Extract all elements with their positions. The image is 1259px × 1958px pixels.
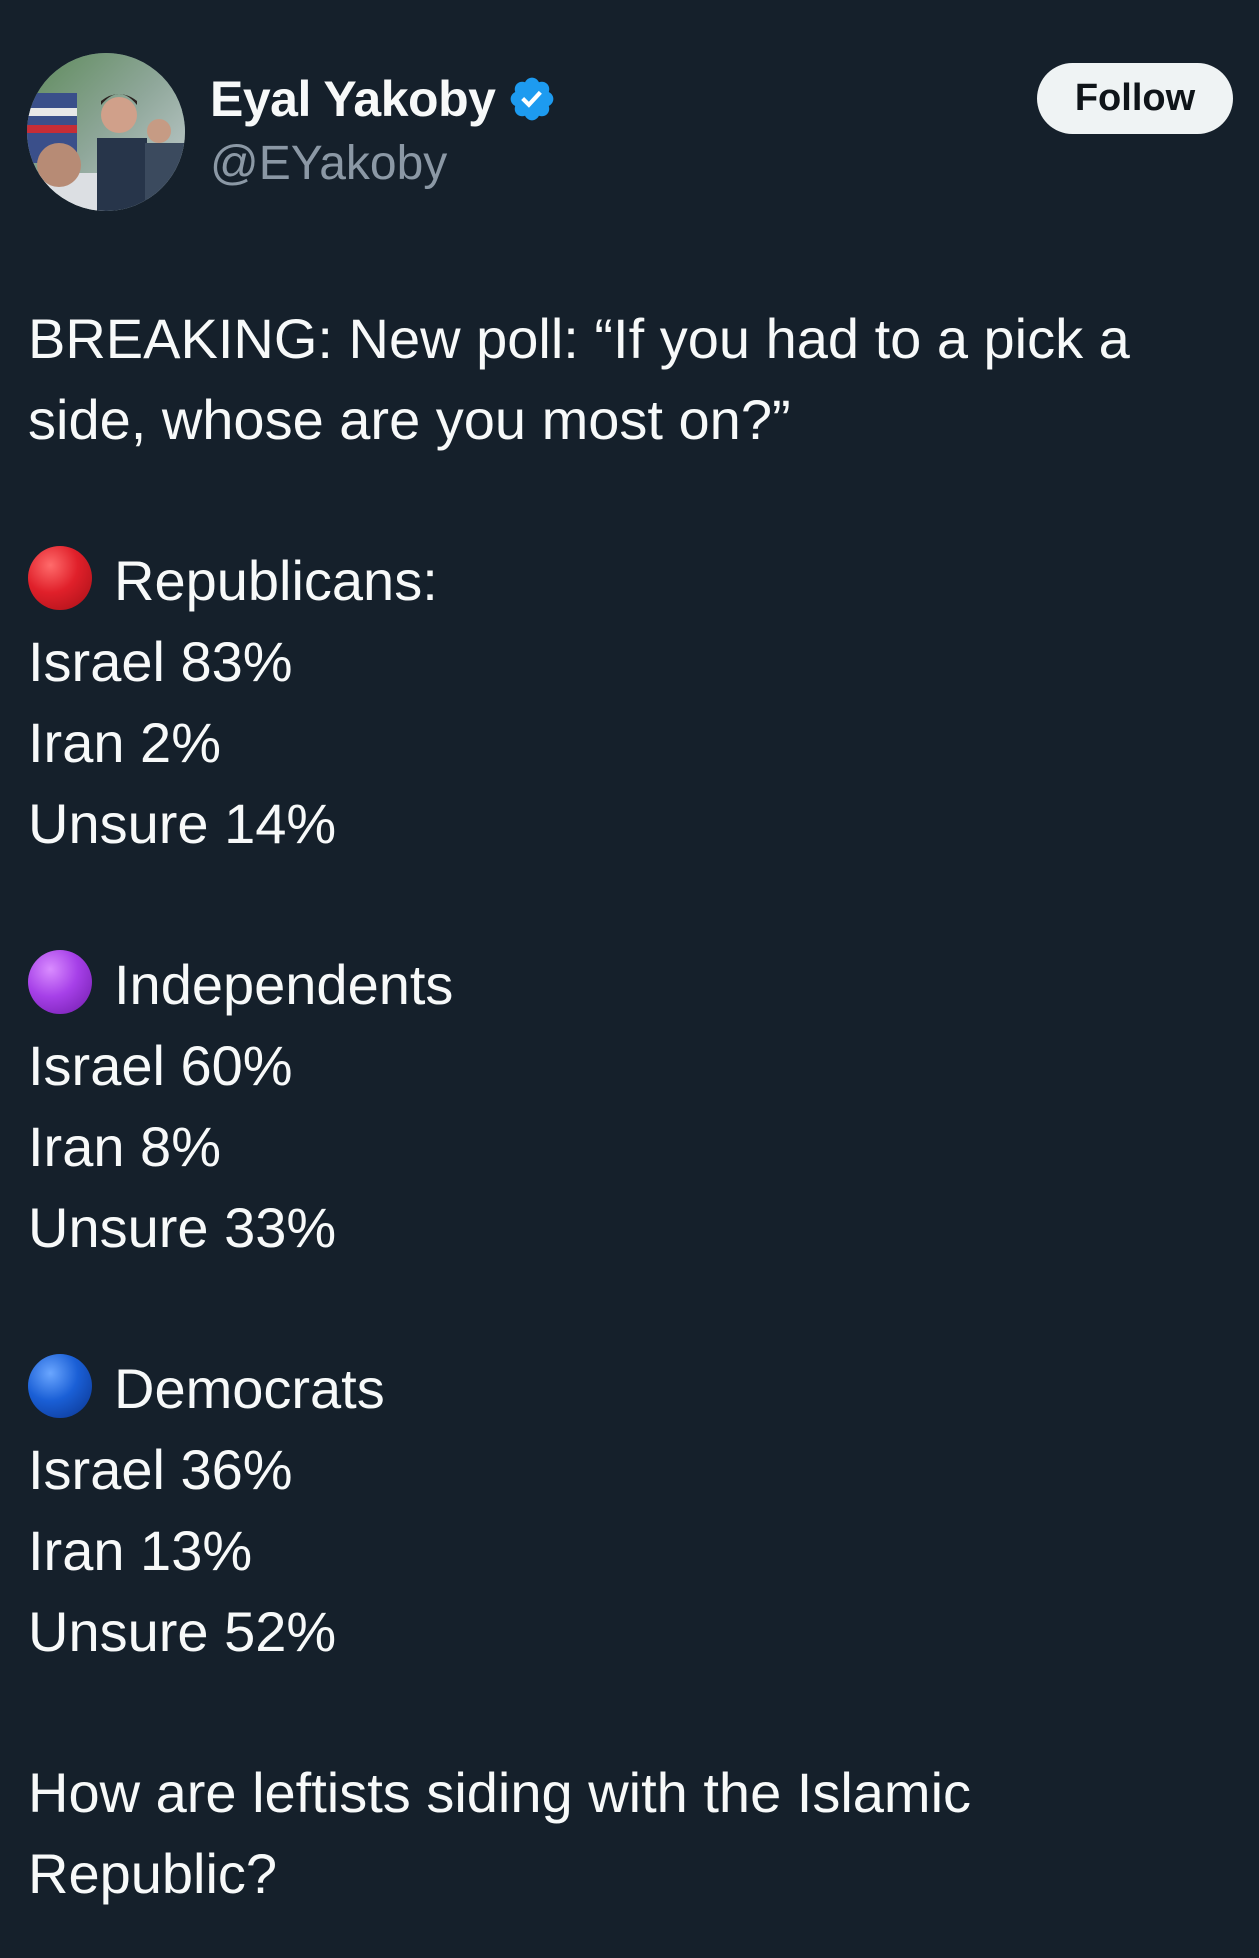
verified-badge-icon[interactable] <box>507 74 557 124</box>
author-display-name[interactable]: Eyal Yakoby <box>210 70 496 128</box>
closing-line: How are leftists siding with the Islamic <box>28 1761 972 1824</box>
poll-result-line: Iran 8% <box>28 1115 221 1178</box>
group-label: Democrats <box>114 1357 385 1420</box>
poll-result-line: Israel 83% <box>28 630 293 693</box>
follow-button[interactable]: Follow <box>1037 63 1233 134</box>
closing-line: Republic? <box>28 1842 278 1905</box>
avatar[interactable] <box>27 53 185 211</box>
poll-result-line: Israel 36% <box>28 1438 293 1501</box>
poll-result-line: Iran 13% <box>28 1519 253 1582</box>
tweet: Eyal Yakoby @EYakoby Follow BREAKING: Ne… <box>0 0 1259 1958</box>
intro-line: side, whose are you most on?” <box>28 388 791 451</box>
red-circle-emoji-icon <box>28 546 92 610</box>
group-label: Republicans: <box>114 549 438 612</box>
poll-result-line: Unsure 33% <box>28 1196 337 1259</box>
purple-circle-emoji-icon <box>28 950 92 1014</box>
poll-result-line: Unsure 14% <box>28 792 337 855</box>
blue-circle-emoji-icon <box>28 1354 92 1418</box>
group-heading-democrats: Democrats <box>28 1348 1228 1429</box>
author-handle[interactable]: @EYakoby <box>210 136 447 191</box>
poll-result-line: Iran 2% <box>28 711 221 774</box>
poll-result-line: Unsure 52% <box>28 1600 337 1663</box>
tweet-text: BREAKING: New poll: “If you had to a pic… <box>28 298 1228 1914</box>
author-name-row: Eyal Yakoby <box>210 66 557 132</box>
intro-line: BREAKING: New poll: “If you had to a pic… <box>28 307 1130 370</box>
avatar-image <box>27 53 185 211</box>
poll-result-line: Israel 60% <box>28 1034 293 1097</box>
group-label: Independents <box>114 953 454 1016</box>
group-heading-independents: Independents <box>28 944 1228 1025</box>
group-heading-republicans: Republicans: <box>28 540 1228 621</box>
